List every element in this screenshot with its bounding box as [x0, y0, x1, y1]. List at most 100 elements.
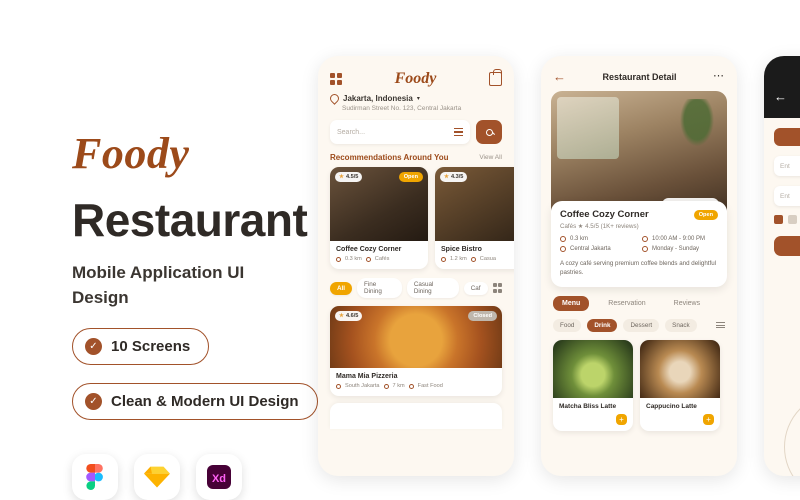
info-hours-value: 10:00 AM - 9:00 PM	[652, 236, 706, 242]
arrow-left-icon[interactable]: ←	[774, 90, 787, 103]
search-row: Search...	[318, 112, 514, 144]
chevron-down-icon: ▾	[416, 96, 420, 102]
location-address: Sudirman Street No. 123, Central Jakarta	[342, 105, 462, 112]
menu-item-cards: Matcha Bliss Latte + Cappucino Latte +	[541, 332, 737, 432]
category-value: Casua	[479, 256, 496, 262]
poster-canvas: Foody Restaurant Mobile Application UI D…	[0, 0, 800, 500]
grid-icon[interactable]	[330, 73, 342, 85]
detail-tabs: Menu Reservation Reviews	[541, 287, 737, 311]
card-image: ★ 4.3/5	[435, 167, 514, 241]
figma-icon	[72, 454, 118, 500]
checkbox-icon[interactable]	[774, 215, 783, 224]
add-item-button[interactable]: +	[703, 414, 714, 426]
form-field-1[interactable]: Ent	[774, 156, 800, 176]
detail-title: Restaurant Detail	[602, 71, 677, 82]
submit-button[interactable]	[774, 236, 800, 256]
detail-header: ← Restaurant Detail ⋯	[541, 56, 737, 91]
restaurant-description: A cozy café serving premium coffee blend…	[560, 260, 717, 277]
rating-value: 4.5/5	[345, 174, 359, 180]
arrow-left-icon[interactable]: ←	[553, 70, 566, 83]
category-value: Fast Food	[417, 383, 443, 389]
hero-plant-decoration	[677, 99, 717, 151]
primary-bar-button[interactable]	[774, 128, 800, 146]
subtab-dessert[interactable]: Dessert	[623, 318, 660, 332]
chip-casual-dining[interactable]: Casual Dining	[406, 278, 459, 298]
adobe-xd-icon: Xd	[196, 454, 242, 500]
home-header: Foody	[318, 56, 514, 94]
bag-icon[interactable]	[489, 69, 502, 86]
feature-pill-design-label: Clean & Modern UI Design	[111, 393, 299, 411]
card-body: Coffee Cozy Corner 0.3 km Cafés	[330, 241, 428, 269]
calendar-icon	[642, 246, 648, 252]
list-view-icon[interactable]	[716, 321, 725, 329]
filter-icon[interactable]	[454, 128, 463, 136]
menu-item-image	[640, 339, 720, 398]
subtab-drink[interactable]: Drink	[587, 318, 618, 332]
location-city: Jakarta, Indonesia	[343, 94, 413, 103]
subtab-food[interactable]: Food	[553, 318, 582, 332]
tab-menu[interactable]: Menu	[553, 295, 590, 311]
svg-text:Xd: Xd	[212, 473, 226, 485]
tag-icon	[365, 256, 371, 262]
checkbox-row[interactable]	[774, 215, 800, 224]
info-area-value: Central Jakarta	[570, 246, 611, 252]
restaurant-card[interactable]: ★ 4.5/5 Open Coffee Cozy Corner 0.3 km C…	[330, 167, 428, 269]
chip-cafe[interactable]: Caf	[463, 281, 488, 295]
status-badge: Open	[693, 209, 718, 220]
checkbox-icon[interactable]	[788, 215, 797, 224]
menu-item-footer: +	[553, 411, 633, 431]
view-all-link[interactable]: View All	[479, 154, 502, 161]
star-icon: ★	[339, 174, 344, 180]
feature-pill-screens: ✓ 10 Screens	[72, 328, 210, 366]
recommendations-header: Recommendations Around You View All	[318, 144, 514, 167]
form-field-2-placeholder: Ent	[780, 192, 790, 200]
distance-value: 1.2 km	[450, 256, 467, 262]
rating-badge: ★ 4.3/5	[440, 172, 468, 182]
check-icon: ✓	[85, 393, 102, 411]
restaurant-card[interactable]: ★ 4.3/5 Spice Bistro 1.2 km Casua	[435, 167, 514, 269]
menu-item-card[interactable]: Matcha Bliss Latte +	[553, 339, 633, 432]
restaurant-card-wide[interactable]: ★ 4.6/5 Closed Mama Mia Pizzeria South J…	[330, 306, 502, 396]
tab-reviews[interactable]: Reviews	[665, 296, 709, 311]
pin-icon	[336, 383, 341, 389]
category-filter-chips: All Fine Dining Casual Dining Caf	[318, 269, 514, 298]
phone-screen-detail: ← Restaurant Detail ⋯ View Route Coffee …	[541, 56, 737, 476]
section-title: Recommendations Around You	[330, 153, 449, 162]
restaurant-name: Coffee Cozy Corner	[336, 246, 402, 253]
menu-item-name: Cappucino Latte	[646, 402, 697, 410]
add-item-button[interactable]: +	[616, 414, 627, 426]
decorative-circle	[784, 392, 800, 476]
tab-reservation[interactable]: Reservation	[599, 296, 654, 311]
more-dots-icon[interactable]: ⋯	[713, 71, 725, 82]
subtab-snack[interactable]: Snack	[665, 318, 697, 332]
info-area: Central Jakarta	[560, 246, 636, 252]
category-value: Cafés	[374, 256, 390, 262]
form-field-2[interactable]: Ent	[774, 186, 800, 206]
menu-item-card[interactable]: Cappucino Latte +	[640, 339, 720, 432]
location-selector[interactable]: Jakarta, Indonesia ▾	[318, 92, 514, 105]
rating-badge: ★ 4.5/5	[335, 172, 363, 182]
grid-view-icon[interactable]	[492, 283, 502, 293]
restaurant-subtitle: Cafés ★ 4.5/5 (1K+ reviews)	[560, 223, 639, 230]
menu-item-footer: +	[640, 411, 720, 431]
search-input[interactable]: Search...	[330, 120, 470, 144]
chip-all[interactable]: All	[330, 281, 353, 295]
card-body: Spice Bistro 1.2 km Casua	[435, 241, 514, 269]
pin-icon	[336, 256, 341, 262]
restaurant-name: Coffee Cozy Corner	[560, 209, 649, 220]
map-icon	[560, 246, 566, 252]
card-meta: 1.2 km Casua	[441, 256, 514, 262]
form-field-1-placeholder: Ent	[780, 162, 790, 170]
detail-card-header: Coffee Cozy Corner Open	[560, 209, 718, 220]
rating-value: 4.3/5	[450, 174, 464, 180]
chip-fine-dining[interactable]: Fine Dining	[357, 278, 402, 298]
pin-icon	[441, 256, 446, 262]
distance-value: 7 km	[392, 383, 405, 389]
info-days-value: Monday - Sunday	[652, 246, 700, 252]
rating-value: 4.6/5	[345, 313, 359, 319]
search-button[interactable]	[476, 120, 502, 144]
status-badge: Closed	[468, 311, 497, 321]
phone-screen-form: ← Ent Ent	[764, 56, 800, 476]
sketch-icon	[134, 454, 180, 500]
phone-screen-home: Foody Jakarta, Indonesia ▾ Sudirman Stre…	[318, 56, 514, 476]
